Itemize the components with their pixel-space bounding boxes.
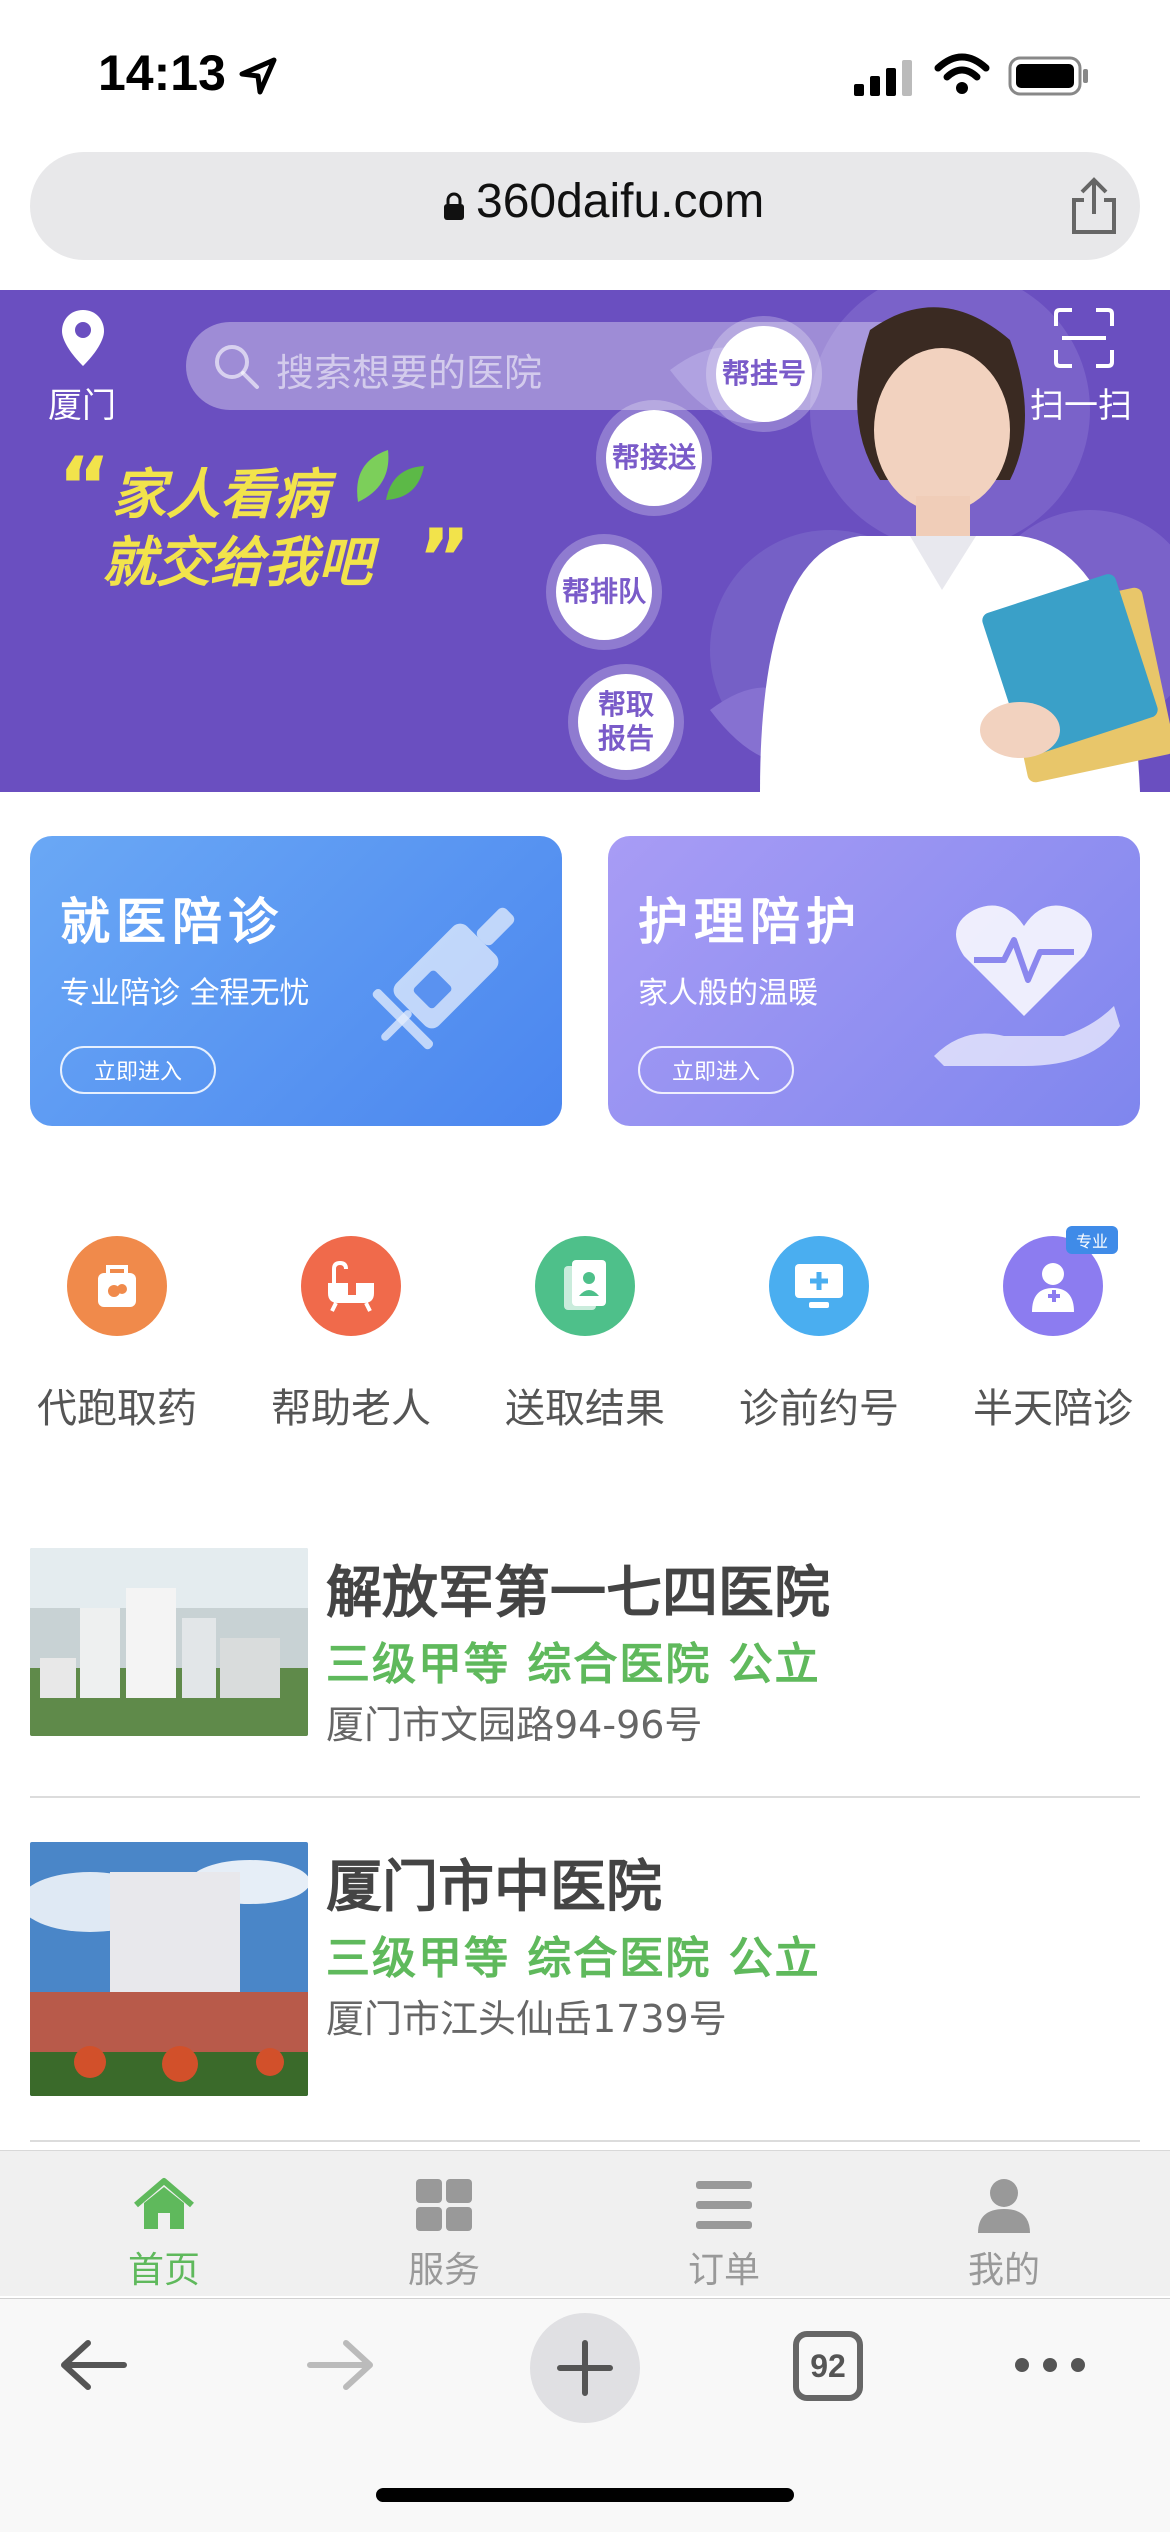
- list-icon: [696, 2181, 752, 2229]
- banner-slogan: 家人看病 就交给我吧: [62, 460, 372, 596]
- bubble-report: 帮取 报告: [578, 674, 674, 770]
- quick-label: 代跑取药: [37, 1386, 197, 1432]
- url-text[interactable]: 360daifu.com: [476, 174, 764, 229]
- home-indicator: [376, 2488, 794, 2502]
- promo-banner[interactable]: 厦门 搜索想要的医院 扫一扫 “ 家人看病 就交给我吧 ” 帮挂号 帮接送 帮排…: [0, 290, 1170, 792]
- pro-badge: 专业: [1066, 1226, 1118, 1254]
- leaf-icon: [357, 450, 424, 502]
- bubble-queue: 帮排队: [556, 544, 652, 640]
- hospital-item[interactable]: 解放军第一七四医院 三级甲等 综合医院 公立 厦门市文园路94-96号: [30, 1548, 1140, 1747]
- location-pin-icon[interactable]: [60, 308, 106, 368]
- quick-item-elderly[interactable]: 帮助老人: [234, 1236, 468, 1436]
- slogan-line-1: 家人看病: [112, 462, 328, 526]
- user-icon: [978, 2179, 1030, 2233]
- tab-label: 我的: [967, 2250, 1040, 2291]
- enter-button[interactable]: 立即进入: [638, 1046, 794, 1094]
- quick-item-halfday[interactable]: 半天陪诊: [936, 1236, 1170, 1436]
- bathtub-icon: [301, 1236, 401, 1336]
- monitor-icon: [769, 1236, 869, 1336]
- battery-icon: [1008, 56, 1088, 96]
- nurse-photo: [760, 307, 1170, 792]
- tabs-count-button[interactable]: 92: [793, 2331, 863, 2401]
- status-bar: 14:13: [0, 0, 1170, 150]
- quick-label: 半天陪诊: [973, 1386, 1133, 1432]
- hospital-photo: [30, 1842, 308, 2096]
- tab-label: 订单: [687, 2250, 760, 2291]
- status-time: 14:13: [98, 45, 226, 101]
- more-icon[interactable]: [1014, 2357, 1086, 2373]
- card-escort[interactable]: 就医陪诊 专业陪诊 全程无忧 立即进入: [30, 836, 562, 1126]
- hospital-photo: [30, 1548, 308, 1736]
- card-subtitle: 专业陪诊 全程无忧: [60, 976, 310, 1011]
- back-arrow-icon[interactable]: [58, 2335, 130, 2395]
- quick-label: 诊前约号: [739, 1386, 899, 1432]
- syringe-icon: [372, 907, 515, 1050]
- divider: [30, 1796, 1140, 1798]
- tab-mine[interactable]: 我的: [864, 2151, 1144, 2297]
- url-bar[interactable]: 360daifu.com: [30, 152, 1140, 260]
- tab-label: 首页: [127, 2250, 200, 2291]
- hospital-tags: 三级甲等 综合医院 公立: [326, 1933, 821, 1984]
- card-title: 就医陪诊: [60, 893, 284, 951]
- share-icon[interactable]: [1068, 176, 1120, 236]
- hospital-address: 厦门市文园路94-96号: [326, 1703, 703, 1747]
- heart-hand-icon: [934, 905, 1120, 1066]
- close-quote-mark: ”: [418, 512, 471, 605]
- medicine-bag-icon: [67, 1236, 167, 1336]
- search-placeholder: 搜索想要的医院: [276, 351, 543, 395]
- new-tab-button[interactable]: [530, 2313, 640, 2423]
- card-nursing[interactable]: 护理陪护 家人般的温暖 立即进入: [608, 836, 1140, 1126]
- tab-orders[interactable]: 订单: [584, 2151, 864, 2297]
- tab-services[interactable]: 服务: [304, 2151, 584, 2297]
- document-icon: [535, 1236, 635, 1336]
- quick-item-medicine[interactable]: 代跑取药: [0, 1236, 234, 1436]
- divider: [30, 2140, 1140, 2142]
- slogan-line-2: 就交给我吧: [102, 530, 372, 594]
- quick-label: 帮助老人: [271, 1386, 431, 1432]
- hospital-item[interactable]: 厦门市中医院 三级甲等 综合医院 公立 厦门市江头仙岳1739号: [30, 1842, 1140, 2096]
- hospital-name: 解放军第一七四医院: [326, 1561, 830, 1626]
- quick-item-appointment[interactable]: 诊前约号: [702, 1236, 936, 1436]
- card-subtitle: 家人般的温暖: [638, 976, 818, 1011]
- quick-label: 送取结果: [505, 1386, 665, 1432]
- lock-icon: [444, 192, 464, 220]
- location-arrow-icon: [239, 57, 277, 95]
- hospital-tags: 三级甲等 综合医院 公立: [326, 1639, 821, 1690]
- tab-label: 服务: [407, 2250, 480, 2291]
- search-icon: [215, 345, 259, 389]
- bubble-pickup: 帮接送: [606, 410, 702, 506]
- tab-home[interactable]: 首页: [24, 2151, 304, 2297]
- enter-button[interactable]: 立即进入: [60, 1046, 216, 1094]
- hospital-address: 厦门市江头仙岳1739号: [326, 1997, 727, 2041]
- home-icon: [134, 2178, 194, 2229]
- signal-icon: [854, 60, 912, 96]
- plus-icon: [557, 2340, 613, 2396]
- card-title: 护理陪护: [638, 893, 862, 951]
- city-label[interactable]: 厦门: [48, 378, 116, 427]
- forward-arrow-icon[interactable]: [304, 2335, 376, 2395]
- quick-item-results[interactable]: 送取结果: [468, 1236, 702, 1436]
- hospital-name: 厦门市中医院: [326, 1855, 662, 1920]
- bottom-tab-bar: 首页 服务 订单 我的: [0, 2150, 1170, 2296]
- wifi-icon: [934, 53, 990, 94]
- grid-icon: [416, 2179, 472, 2231]
